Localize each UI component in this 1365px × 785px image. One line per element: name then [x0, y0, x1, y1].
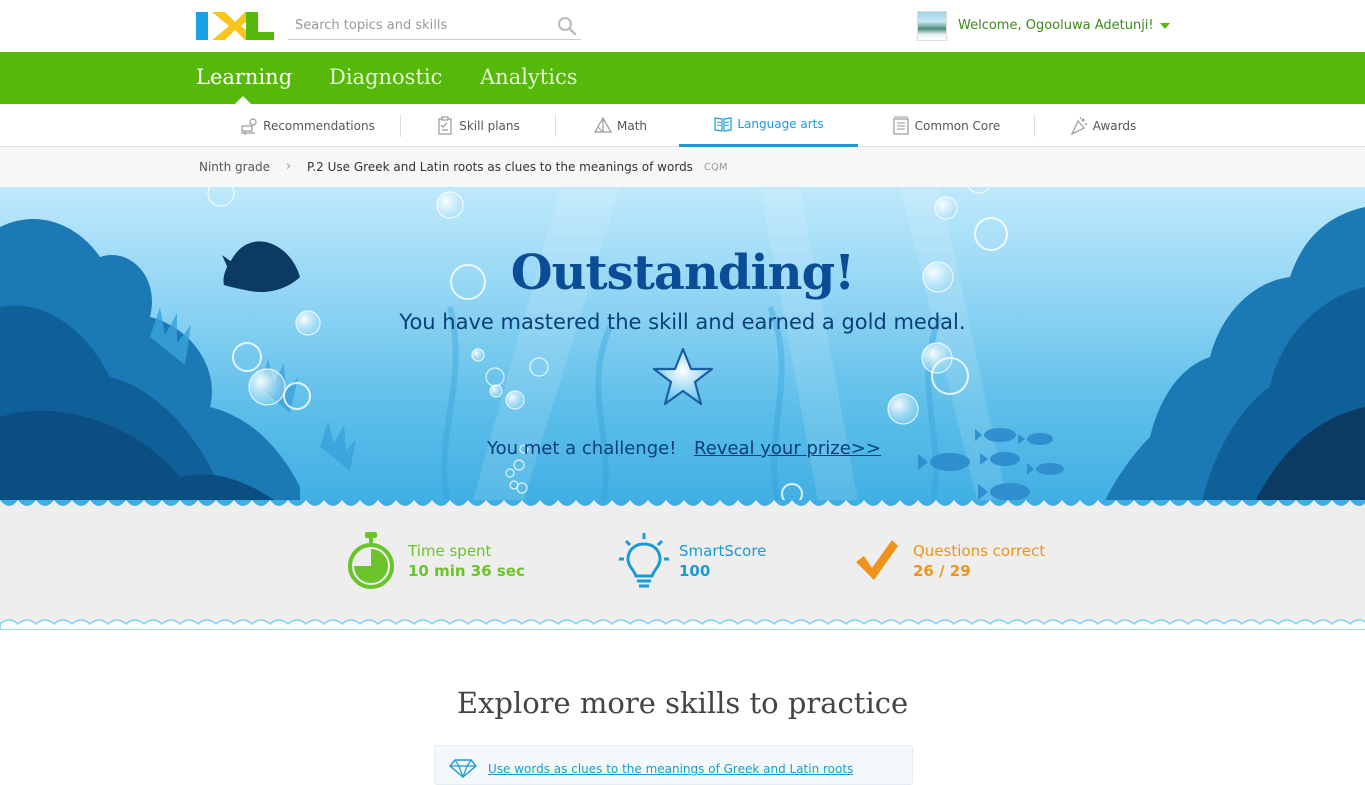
- divider: [400, 115, 401, 137]
- recommended-skill-link[interactable]: Use words as clues to the meanings of Gr…: [488, 762, 853, 776]
- language-arts-icon: [714, 117, 732, 132]
- subtab-label: Awards: [1092, 118, 1137, 133]
- wave-divider: [0, 500, 1365, 506]
- mastery-message: You have mastered the skill and earned a…: [399, 310, 966, 334]
- subtab-label: Math: [616, 118, 648, 133]
- tab-learning[interactable]: Learning: [196, 65, 292, 89]
- common-core-icon: [893, 116, 909, 135]
- gem-icon: [449, 759, 477, 778]
- welcome-message[interactable]: Welcome, Ogooluwa Adetunji!: [958, 18, 1154, 33]
- chevron-down-icon[interactable]: [1160, 23, 1170, 29]
- subtab-recommendations[interactable]: Recommendations: [222, 104, 392, 147]
- search-icon[interactable]: [557, 16, 577, 36]
- breadcrumb-skill: P.2 Use Greek and Latin roots as clues t…: [307, 160, 693, 174]
- divider: [555, 115, 556, 137]
- divider: [1034, 115, 1035, 137]
- subtab-common-core[interactable]: Common Core: [878, 104, 1013, 147]
- top-bar: Welcome, Ogooluwa Adetunji!: [0, 0, 1365, 52]
- skill-code: CQM: [704, 162, 728, 173]
- stopwatch-icon: [348, 532, 394, 589]
- search-input[interactable]: [288, 12, 548, 39]
- avatar[interactable]: [917, 11, 947, 41]
- smartscore-label: SmartScore: [679, 542, 767, 560]
- search-box[interactable]: [288, 12, 581, 40]
- smartscore-value: 100: [679, 562, 711, 580]
- subtab-label: Language arts: [737, 117, 824, 131]
- main-nav: Learning Diagnostic Analytics: [0, 52, 1365, 104]
- chevron-right-icon: ›: [286, 159, 292, 174]
- subtab-language-arts[interactable]: Language arts: [679, 104, 858, 147]
- time-spent-value: 10 min 36 sec: [408, 562, 525, 580]
- awards-icon: [1070, 116, 1087, 135]
- subtab-label: Common Core: [914, 118, 1001, 133]
- explore-heading: Explore more skills to practice: [456, 686, 909, 720]
- subtab-awards[interactable]: Awards: [1055, 104, 1150, 147]
- lightbulb-icon: [619, 533, 669, 588]
- tab-diagnostic[interactable]: Diagnostic: [329, 65, 442, 89]
- challenge-message: You met a challenge!: [487, 438, 677, 459]
- subtab-label: Skill plans: [459, 118, 520, 133]
- math-icon: [593, 116, 613, 133]
- checkmark-icon: [856, 540, 898, 580]
- ixl-logo[interactable]: [196, 12, 274, 40]
- recommended-skill-card[interactable]: Use words as clues to the meanings of Gr…: [434, 745, 913, 785]
- subtab-label: Recommendations: [263, 118, 375, 133]
- time-spent-label: Time spent: [408, 542, 492, 560]
- wave-divider: [0, 619, 1365, 630]
- recommendations-icon: [241, 117, 257, 135]
- reveal-prize-link[interactable]: Reveal your prize>>: [694, 438, 881, 459]
- stats-band: Time spent 10 min 36 sec SmartScore 100 …: [0, 500, 1365, 630]
- breadcrumb-grade[interactable]: Ninth grade: [199, 160, 270, 174]
- active-tab-pointer: [235, 96, 251, 104]
- subtab-skill-plans[interactable]: Skill plans: [420, 104, 535, 147]
- questions-correct-label: Questions correct: [913, 542, 1046, 560]
- breadcrumb: Ninth grade › P.2 Use Greek and Latin ro…: [0, 147, 1365, 187]
- star-icon: [652, 347, 714, 406]
- questions-correct-value: 26 / 29: [913, 562, 971, 580]
- headline: Outstanding!: [510, 245, 855, 301]
- tab-analytics[interactable]: Analytics: [480, 65, 577, 89]
- subtab-math[interactable]: Math: [575, 104, 665, 147]
- success-banner: Outstanding! You have mastered the skill…: [0, 187, 1365, 512]
- sub-nav: Recommendations Skill plans Math Languag: [0, 104, 1365, 147]
- skill-plans-icon: [438, 115, 452, 135]
